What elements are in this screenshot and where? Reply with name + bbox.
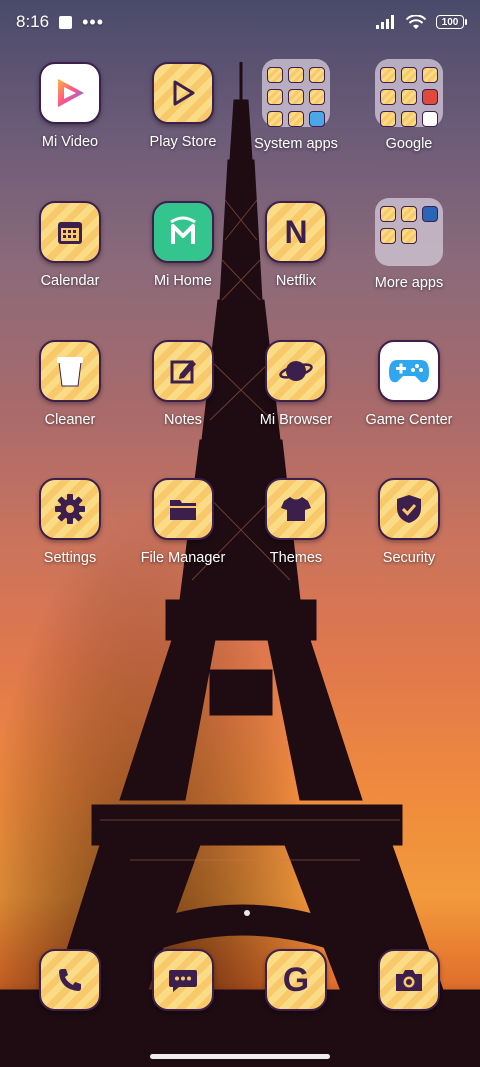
folder-icon xyxy=(375,198,443,266)
app-label: File Manager xyxy=(140,550,226,566)
app-file-manager[interactable]: File Manager xyxy=(127,478,239,566)
netflix-glyph: N xyxy=(284,213,308,250)
app-themes[interactable]: Themes xyxy=(240,478,352,566)
wifi-icon xyxy=(406,14,426,29)
app-label: Mi Browser xyxy=(259,412,333,428)
app-label: Security xyxy=(382,550,436,566)
battery-icon: 100 xyxy=(436,15,467,29)
mi-video-icon xyxy=(39,62,101,124)
folder-file-icon xyxy=(152,478,214,540)
folder-system-apps[interactable]: System apps xyxy=(240,59,352,152)
app-mi-video[interactable]: Mi Video xyxy=(14,62,126,150)
google-icon: G xyxy=(265,949,327,1011)
folder-icon xyxy=(262,59,330,127)
app-messages[interactable] xyxy=(127,949,239,1011)
phone-icon xyxy=(39,949,101,1011)
folder-google[interactable]: Google xyxy=(353,59,465,152)
app-label: Play Store xyxy=(149,134,217,150)
app-label: Mi Home xyxy=(153,273,212,289)
camera-icon xyxy=(378,949,440,1011)
app-game-center[interactable]: Game Center xyxy=(353,340,465,428)
notes-icon xyxy=(152,340,214,402)
more-notifications-icon: ••• xyxy=(82,11,104,32)
netflix-icon: N xyxy=(265,201,327,263)
app-cleaner[interactable]: Cleaner xyxy=(14,340,126,428)
signal-icon xyxy=(376,15,394,29)
app-label: Calendar xyxy=(40,273,100,289)
google-glyph: G xyxy=(282,960,310,999)
app-label: System apps xyxy=(254,136,338,152)
shield-icon xyxy=(378,478,440,540)
app-mi-home[interactable]: Mi Home xyxy=(127,201,239,289)
gamepad-icon xyxy=(378,340,440,402)
play-store-icon xyxy=(152,62,214,124)
gear-icon xyxy=(39,478,101,540)
app-netflix[interactable]: N Netflix xyxy=(240,201,352,289)
trash-icon xyxy=(39,340,101,402)
message-icon xyxy=(152,949,214,1011)
app-label: Settings xyxy=(43,550,97,566)
app-mi-browser[interactable]: Mi Browser xyxy=(240,340,352,428)
mi-home-icon xyxy=(152,201,214,263)
home-gesture-bar[interactable] xyxy=(150,1054,330,1059)
app-label: Notes xyxy=(164,412,202,428)
app-label: Themes xyxy=(269,550,323,566)
folder-more-apps[interactable]: More apps xyxy=(353,198,465,291)
app-label: Netflix xyxy=(275,273,317,289)
app-phone[interactable] xyxy=(14,949,126,1011)
planet-icon xyxy=(265,340,327,402)
tshirt-icon xyxy=(265,478,327,540)
app-play-store[interactable]: Play Store xyxy=(127,62,239,150)
app-label: Game Center xyxy=(365,412,453,428)
folder-icon xyxy=(375,59,443,127)
app-settings[interactable]: Settings xyxy=(14,478,126,566)
page-indicator xyxy=(244,910,250,916)
app-label: Google xyxy=(385,136,433,152)
app-security[interactable]: Security xyxy=(353,478,465,566)
clock: 8:16 xyxy=(16,12,50,31)
app-camera[interactable] xyxy=(353,949,465,1011)
status-bar: 8:16 ••• 100 xyxy=(0,0,480,44)
app-notes[interactable]: Notes xyxy=(127,340,239,428)
battery-level: 100 xyxy=(441,16,459,28)
notification-icon xyxy=(59,15,73,29)
app-calendar[interactable]: Calendar xyxy=(14,201,126,289)
app-label: More apps xyxy=(374,275,444,291)
calendar-icon xyxy=(39,201,101,263)
app-google-search[interactable]: G xyxy=(240,949,352,1011)
app-label: Mi Video xyxy=(41,134,99,150)
app-label: Cleaner xyxy=(44,412,96,428)
